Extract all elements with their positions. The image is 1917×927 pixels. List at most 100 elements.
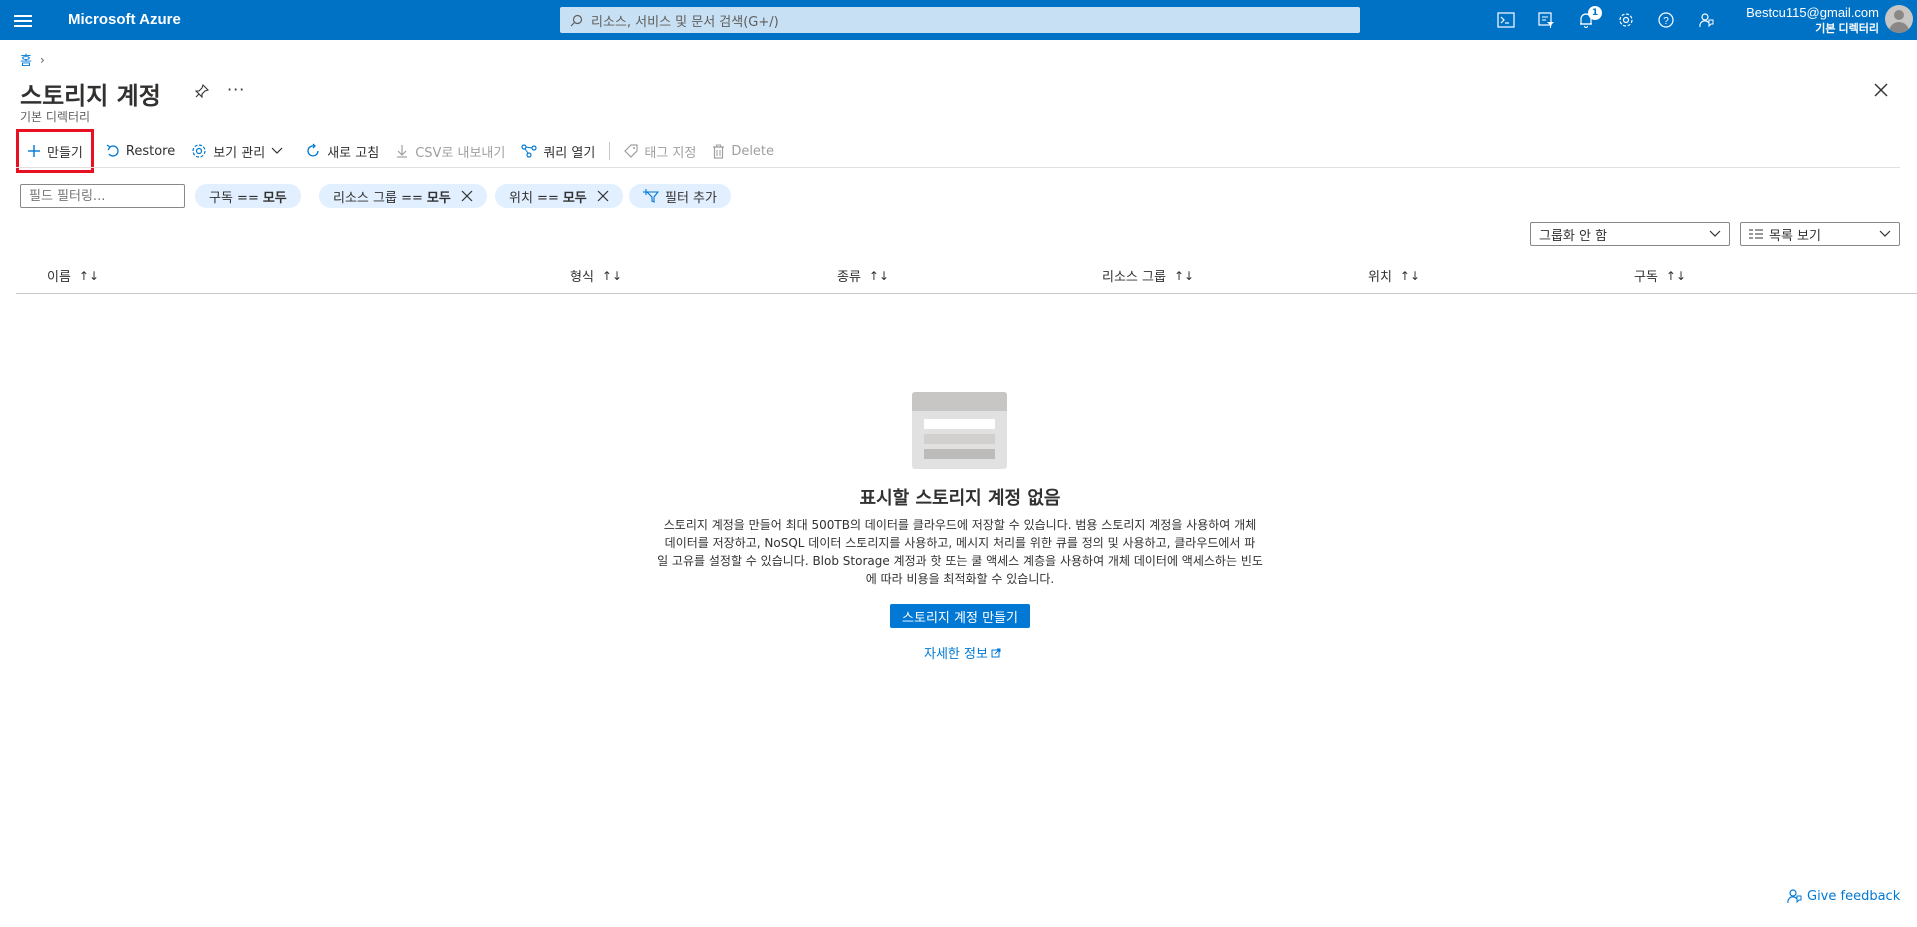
column-header-label: 종류 [837,270,861,285]
global-search-input[interactable]: 리소스, 서비스 및 문서 검색(G+/) [560,7,1360,33]
column-header-name[interactable]: 이름 ↑↓ [47,266,100,286]
breadcrumb: 홈 › [20,50,45,70]
brand-name[interactable]: Microsoft Azure [68,11,181,28]
top-bar: Microsoft Azure 리소스, 서비스 및 문서 검색(G+/) 1 … [0,0,1917,40]
description-line: 일 고유를 설정할 수 있습니다. Blob Storage 계정과 핫 또는 … [657,554,1263,568]
chevron-down-icon [1879,230,1891,237]
empty-state-storage-icon [912,392,1007,469]
delete-button[interactable]: Delete [704,137,782,165]
location-filter-value: 모두 [562,190,587,206]
avatar[interactable] [1885,5,1913,33]
description-line: 데이터를 저장하고, NoSQL 데이터 스토리지를 사용하고, 메시지 처리를… [664,536,1256,550]
column-header-resource-group[interactable]: 리소스 그룹 ↑↓ [1102,266,1195,286]
column-header-label: 형식 [570,270,594,285]
chevron-right-icon: › [39,52,45,67]
refresh-button[interactable]: 새로 고침 [297,137,387,165]
column-header-label: 구독 [1634,270,1658,285]
description-line: 스토리지 계정을 만들어 최대 500TB의 데이터를 클라우드에 저장할 수 … [663,518,1257,532]
remove-filter-icon[interactable] [597,190,609,202]
learn-more-label: 자세한 정보 [924,647,988,662]
resource-group-filter-pill[interactable]: 리소스 그룹 == 모두 [319,184,487,208]
help-icon[interactable]: ? [1646,8,1686,32]
notification-badge: 1 [1588,6,1602,20]
feedback-label: Give feedback [1807,888,1901,904]
breadcrumb-home-link[interactable]: 홈 [20,50,32,69]
remove-filter-icon[interactable] [461,190,473,202]
manage-view-label: 보기 관리 [213,145,266,161]
directory-filter-icon[interactable] [1526,8,1566,32]
restore-button[interactable]: Restore [98,137,183,165]
external-link-icon [991,648,1001,657]
refresh-icon [307,143,319,157]
learn-more-link[interactable]: 자세한 정보 [924,643,1001,662]
grouping-dropdown[interactable]: 그룹화 안 함 [1530,222,1730,246]
query-icon [521,144,537,158]
resource-group-filter-label: 리소스 그룹 == [333,190,423,206]
export-csv-button[interactable]: CSV로 내보내기 [387,137,513,165]
undo-icon [106,144,119,157]
give-feedback-link[interactable]: Give feedback [1786,888,1900,904]
delete-label: Delete [731,143,775,159]
resource-group-filter-value: 모두 [426,190,451,206]
download-icon [397,145,408,158]
feedback-icon[interactable] [1686,8,1726,32]
pin-icon[interactable] [194,83,210,102]
plus-icon [28,145,40,157]
column-header-subscription[interactable]: 구독 ↑↓ [1634,266,1687,286]
manage-view-button[interactable]: 보기 관리 [183,137,297,165]
column-header-location[interactable]: 위치 ↑↓ [1368,266,1421,286]
more-options-icon[interactable]: ··· [227,80,245,99]
add-filter-label: 필터 추가 [665,190,717,206]
restore-label: Restore [125,143,176,159]
sort-icon: ↑↓ [601,268,623,283]
cloud-shell-icon[interactable] [1486,8,1526,32]
create-label: 만들기 [47,145,83,161]
page-subtitle: 기본 디렉터리 [20,110,91,124]
assign-tags-button[interactable]: 태그 지정 [616,137,704,165]
trash-icon [713,144,725,159]
field-filter-input[interactable] [20,184,185,208]
sort-icon: ↑↓ [78,268,100,283]
search-placeholder: 리소스, 서비스 및 문서 검색(G+/) [591,14,779,30]
account-info[interactable]: Bestcu115@gmail.com 기본 디렉터리 [1746,5,1879,36]
location-filter-label: 위치 == [509,190,559,206]
subscription-filter-pill[interactable]: 구독 == 모두 [195,184,301,208]
empty-state-description: 스토리지 계정을 만들어 최대 500TB의 데이터를 클라우드에 저장할 수 … [620,516,1300,588]
location-filter-pill[interactable]: 위치 == 모두 [495,184,623,208]
column-header-label: 리소스 그룹 [1102,270,1166,285]
toolbar-divider-line [16,167,1900,168]
table-header: 이름 ↑↓ 형식 ↑↓ 종류 ↑↓ 리소스 그룹 ↑↓ 위치 ↑↓ 구독 ↑↓ [16,258,1917,294]
page-title: 스토리지 계정 [20,82,161,110]
svg-text:?: ? [1663,16,1669,27]
subscription-filter-value: 모두 [262,190,287,206]
list-icon [1749,229,1763,239]
gear-icon[interactable] [1606,8,1646,32]
sort-icon: ↑↓ [1173,268,1195,283]
refresh-label: 새로 고침 [327,145,380,161]
open-query-button[interactable]: 쿼리 열기 [513,137,603,165]
add-filter-icon [643,189,659,203]
column-header-kind[interactable]: 종류 ↑↓ [837,266,889,286]
grouping-value: 그룹화 안 함 [1539,228,1608,244]
close-icon[interactable] [1874,82,1888,101]
sort-icon: ↑↓ [1665,268,1687,283]
chevron-down-icon [1709,230,1721,237]
open-query-label: 쿼리 열기 [543,145,596,161]
bell-icon[interactable]: 1 [1566,6,1606,32]
add-filter-button[interactable]: 필터 추가 [629,184,731,208]
column-header-type[interactable]: 형식 ↑↓ [570,266,623,286]
empty-state-title: 표시할 스토리지 계정 없음 [859,488,1061,509]
search-icon [570,14,583,26]
gear-icon [192,144,206,158]
subscription-filter-label: 구독 == [209,190,259,206]
tag-icon [624,144,638,158]
sort-icon: ↑↓ [1399,268,1421,283]
chevron-down-icon [271,147,283,154]
view-mode-value: 목록 보기 [1769,228,1821,244]
account-email: Bestcu115@gmail.com [1746,5,1879,20]
description-line: 에 따라 비용을 최적화할 수 있습니다. [865,572,1055,586]
view-mode-dropdown[interactable]: 목록 보기 [1740,222,1900,246]
hamburger-menu-icon[interactable] [14,12,32,28]
export-csv-label: CSV로 내보내기 [415,145,506,161]
create-storage-account-button[interactable]: 스토리지 계정 만들기 [890,604,1030,628]
